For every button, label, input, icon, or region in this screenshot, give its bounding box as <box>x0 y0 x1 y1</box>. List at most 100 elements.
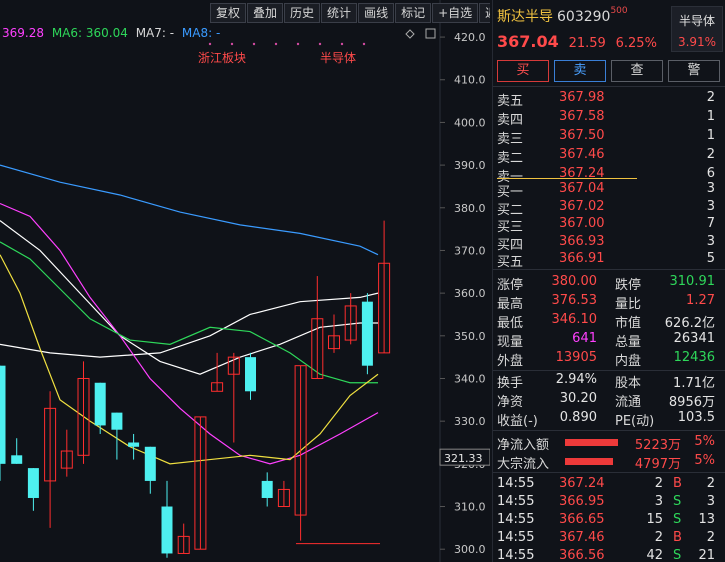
bid-row[interactable]: 买四 366.93 3 <box>497 233 721 253</box>
bid-price: 366.93 <box>559 233 605 249</box>
bid-label: 买五 <box>497 255 524 270</box>
fundamental-row[interactable]: 净资 30.20 流通 8956万 <box>497 391 721 410</box>
stat-row[interactable]: 最高 376.53 量比 1.27 <box>497 293 721 312</box>
stat-label: 最低 <box>497 316 524 331</box>
stat-row[interactable]: 最低 346.10 市值 626.2亿 <box>497 312 721 331</box>
quote-panel: 斯达半导 603290500 367.04 21.59 6.25% 半导体 3.9… <box>492 0 725 562</box>
draw-line-button[interactable]: 画线 <box>358 3 395 23</box>
restore-rights-button[interactable]: 复权 <box>210 3 247 23</box>
history-button[interactable]: 历史 <box>284 3 321 23</box>
y-tick-label: 310.0 <box>454 501 486 514</box>
ask-row[interactable]: 卖五 367.98 2 <box>497 90 721 109</box>
overlay-button[interactable]: 叠加 <box>247 3 284 23</box>
tick-row[interactable]: 14:55 366.56 42 S 21 <box>497 548 721 562</box>
stat-value: 12436 <box>673 350 715 365</box>
ma-legend: 369.28 MA6: 360.04 MA7: - MA8: - <box>2 26 224 40</box>
stat-value: 1.27 <box>686 293 715 308</box>
bid-row[interactable]: 买一 367.04 3 <box>497 181 721 200</box>
candle-body-down <box>161 506 173 554</box>
stock-name[interactable]: 斯达半导 <box>497 9 553 25</box>
expand-icon[interactable] <box>425 28 436 39</box>
back-button[interactable]: 返回 <box>479 3 490 23</box>
y-tick-label: 330.0 <box>454 415 486 428</box>
diamond-icon[interactable] <box>405 29 415 39</box>
bid-volume: 3 <box>706 181 715 196</box>
bid-price: 367.00 <box>559 216 605 231</box>
price-row: 367.04 21.59 6.25% <box>497 32 657 51</box>
bid-volume: 3 <box>706 198 715 214</box>
tick-direction: S <box>673 548 682 562</box>
annotation-zhejiang-sector: 浙江板块 <box>198 51 246 65</box>
stat-value: 626.2亿 <box>664 316 715 331</box>
ask-row[interactable]: 卖三 367.50 1 <box>497 128 721 147</box>
stat-row[interactable]: 涨停 380.00 跌停 310.91 <box>497 274 721 293</box>
fundamental-row[interactable]: 收益(-) 0.890 PE(动) 103.5 <box>497 410 721 429</box>
stat-value: 641 <box>572 331 597 346</box>
cursor-price-label: 321.33 <box>444 452 483 465</box>
bid-price: 367.02 <box>559 198 605 214</box>
tick-row[interactable]: 14:55 367.24 2 B 2 <box>497 476 721 494</box>
query-button[interactable]: 查 <box>611 60 663 82</box>
sell-button[interactable]: 卖 <box>554 60 606 82</box>
tick-row[interactable]: 14:55 367.46 2 B 2 <box>497 530 721 548</box>
y-tick-label: 410.0 <box>454 74 486 87</box>
candle-body-down <box>11 455 23 464</box>
y-tick-label: 340.0 <box>454 372 486 385</box>
ma8-value: MA8: - <box>181 26 221 40</box>
bid-label: 买四 <box>497 237 524 253</box>
stat-label: 最高 <box>497 297 524 312</box>
tick-row[interactable]: 14:55 366.65 15 S 13 <box>497 512 721 530</box>
kline-chart-svg[interactable]: 420.0 410.0 400.0 390.0 380.0 370.0 360.0 350.0… <box>0 0 490 562</box>
stock-code: 603290 <box>557 9 611 25</box>
tick-volume: 15 <box>646 512 663 527</box>
stat-value: 376.53 <box>551 293 598 308</box>
mark-button[interactable]: 标记 <box>395 3 432 23</box>
event-marker-dot <box>252 42 256 46</box>
stat-label: 净资 <box>497 395 524 410</box>
bid-row[interactable]: 买三 367.00 7 <box>497 216 721 235</box>
bid-row[interactable]: 买二 367.02 3 <box>497 198 721 218</box>
stat-label: 跌停 <box>615 278 642 293</box>
kline-chart[interactable]: 420.0 410.0 400.0 390.0 380.0 370.0 360.0 350.0… <box>0 0 490 562</box>
tick-price: 366.56 <box>559 548 605 562</box>
candle-body-down <box>144 446 156 481</box>
y-tick-label: 400.0 <box>454 116 486 129</box>
candle-body-down <box>361 301 373 366</box>
price-change: 21.59 <box>568 36 606 51</box>
tick-count: 21 <box>698 548 715 562</box>
stat-label: 外盘 <box>497 354 524 369</box>
ask-row[interactable]: 卖二 367.46 2 <box>497 147 721 166</box>
tick-time: 14:55 <box>497 548 535 562</box>
sector-box[interactable]: 半导体 3.91% <box>671 6 723 52</box>
ask-row[interactable]: 卖四 367.58 1 <box>497 109 721 128</box>
tick-count: 3 <box>706 494 715 509</box>
stat-row[interactable]: 现量 641 总量 26341 <box>497 331 721 350</box>
capital-flow-row[interactable]: 净流入额 5223万 5% <box>497 434 721 453</box>
tick-row[interactable]: 14:55 366.95 3 S 3 <box>497 494 721 512</box>
tick-count: 2 <box>706 476 715 491</box>
divider <box>493 269 725 270</box>
tick-count: 13 <box>698 512 715 527</box>
y-tick-label: 370.0 <box>454 244 486 257</box>
bid-row[interactable]: 买五 366.91 5 <box>497 251 721 270</box>
stat-label: 股本 <box>615 376 642 391</box>
ask-price: 367.50 <box>559 128 605 143</box>
statistics-button[interactable]: 统计 <box>321 3 358 23</box>
flow-label: 大宗流入 <box>497 457 550 472</box>
flow-label: 净流入额 <box>497 438 550 453</box>
divider <box>493 370 725 371</box>
capital-flow-row[interactable]: 大宗流入 4797万 5% <box>497 453 721 472</box>
ask-label: 卖四 <box>497 113 524 128</box>
flow-bar <box>565 439 618 446</box>
ask-volume: 2 <box>706 147 715 162</box>
divider <box>493 86 725 87</box>
add-watchlist-button[interactable]: +自选 <box>432 3 479 23</box>
buy-button[interactable]: 买 <box>497 60 549 82</box>
last-price: 367.04 <box>497 32 559 51</box>
ma-line-green <box>0 241 378 384</box>
fundamental-row[interactable]: 换手 2.94% 股本 1.71亿 <box>497 372 721 391</box>
stat-row[interactable]: 外盘 13905 内盘 12436 <box>497 350 721 369</box>
alert-button[interactable]: 警 <box>668 60 720 82</box>
stat-label: 量比 <box>615 297 642 312</box>
ask-label: 卖二 <box>497 151 524 166</box>
